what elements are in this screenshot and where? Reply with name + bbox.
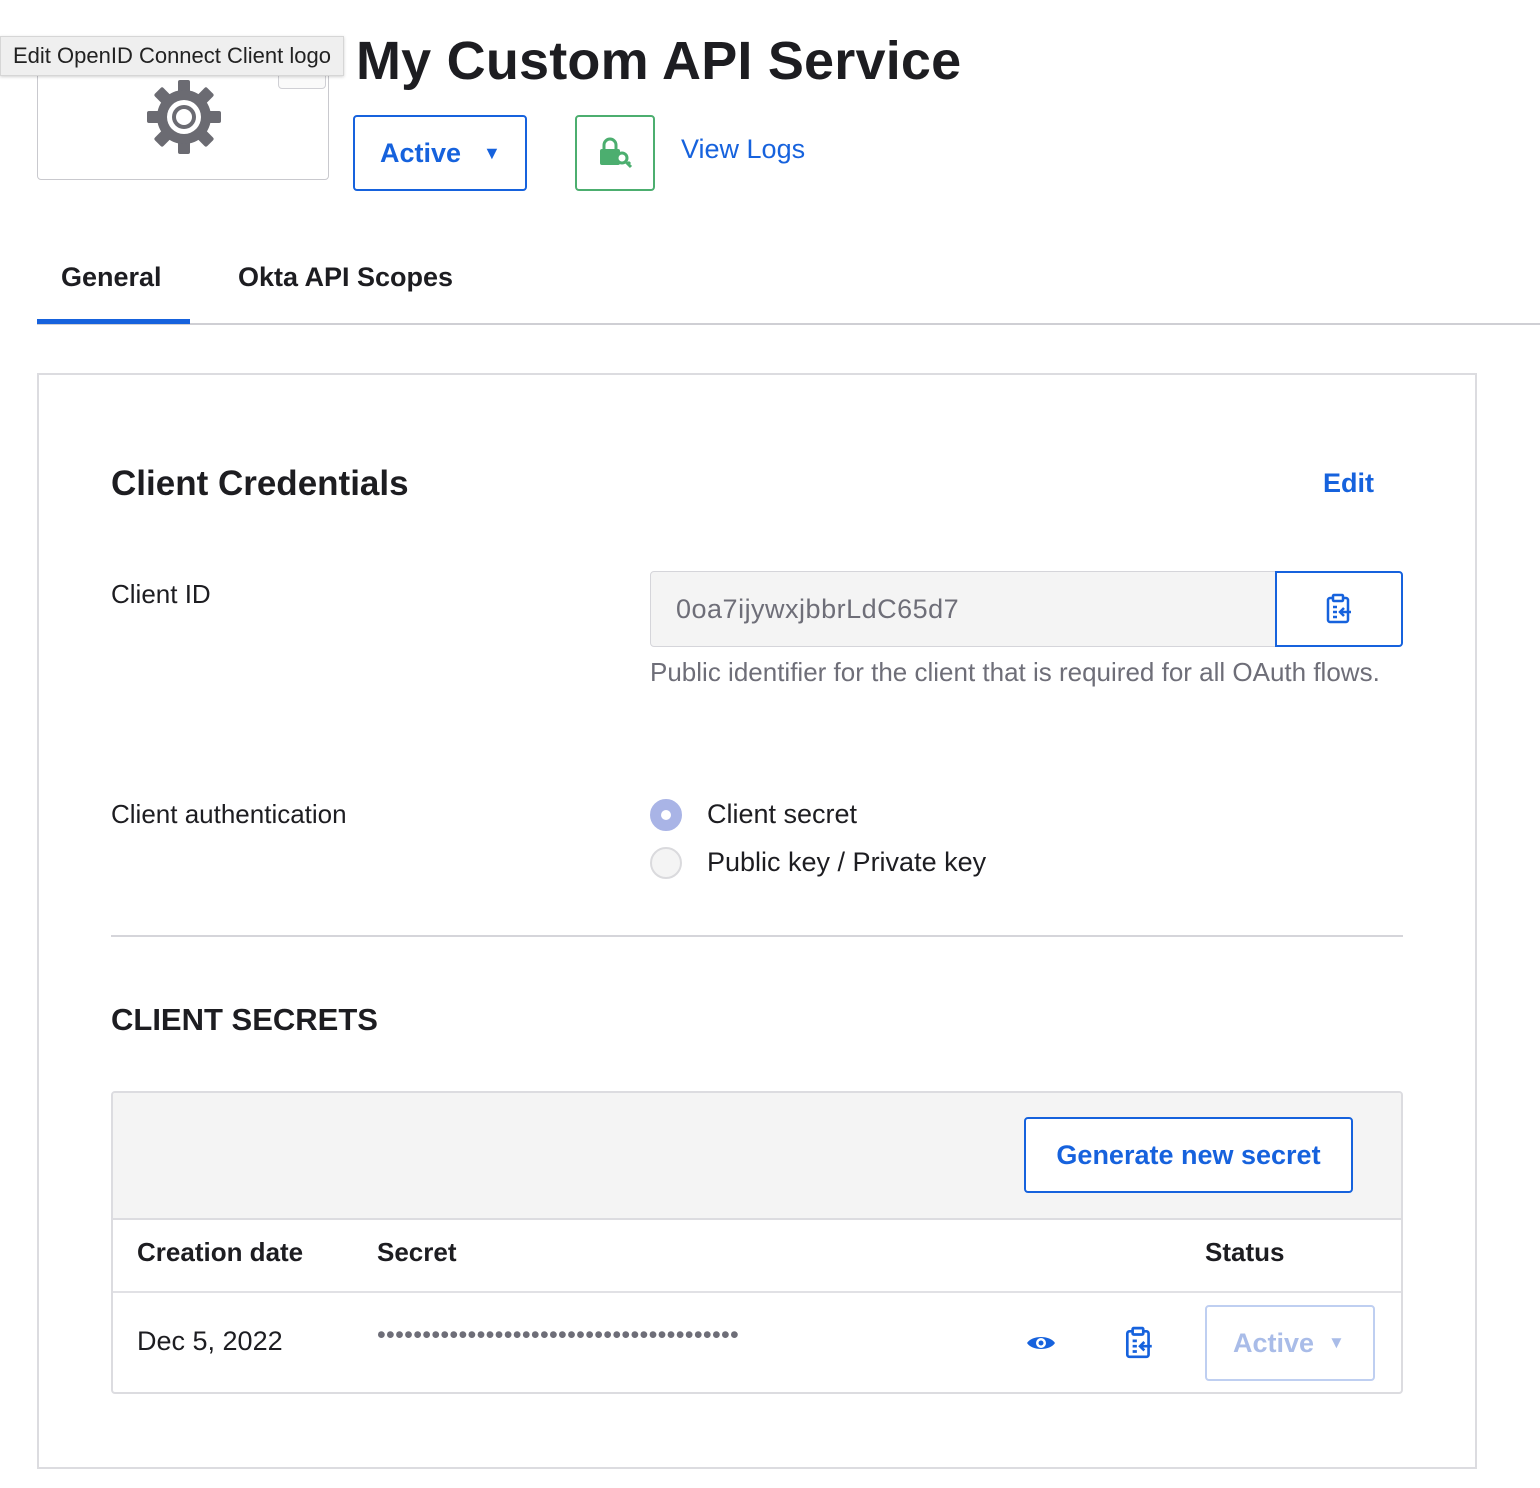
chevron-down-icon: ▼ xyxy=(1328,1333,1345,1352)
client-id-help-text: Public identifier for the client that is… xyxy=(650,657,1380,687)
app-status-dropdown[interactable]: Active ▼ xyxy=(353,115,527,191)
masked-secret: •••••••••••••••••••••••••••••••••••••••• xyxy=(377,1321,740,1349)
radio-client-secret[interactable] xyxy=(650,799,682,831)
clipboard-icon xyxy=(1125,1326,1152,1359)
secret-status-dropdown[interactable]: Active ▼ xyxy=(1205,1305,1375,1381)
copy-secret-button[interactable] xyxy=(1124,1326,1154,1360)
column-header-status: Status xyxy=(1205,1237,1285,1267)
chevron-down-icon: ▼ xyxy=(483,142,501,163)
status-dropdown-label: Active xyxy=(380,137,462,168)
view-logs-link[interactable]: View Logs xyxy=(681,134,805,165)
active-tab-indicator xyxy=(37,319,190,324)
tabs-divider xyxy=(37,323,1540,325)
generate-new-secret-button[interactable]: Generate new secret xyxy=(1024,1117,1353,1193)
client-authentication-label: Client authentication xyxy=(111,799,347,829)
column-header-creation-date: Creation date xyxy=(137,1237,304,1267)
section-title: Client Credentials xyxy=(111,464,409,503)
radio-public-private-key-label[interactable]: Public key / Private key xyxy=(707,847,986,878)
tab-okta-api-scopes[interactable]: Okta API Scopes xyxy=(238,262,453,293)
edit-button[interactable]: Edit xyxy=(1323,468,1374,499)
gear-icon xyxy=(147,80,221,154)
secret-creation-date: Dec 5, 2022 xyxy=(137,1326,283,1356)
client-id-label: Client ID xyxy=(111,579,211,609)
radio-client-secret-label[interactable]: Client secret xyxy=(707,799,857,830)
column-header-secret: Secret xyxy=(377,1237,457,1267)
page-title: My Custom API Service xyxy=(356,31,962,91)
section-divider xyxy=(111,935,1403,937)
secret-status-label: Active xyxy=(1233,1327,1315,1358)
logo-tooltip: Edit OpenID Connect Client logo xyxy=(0,36,344,76)
table-header-divider xyxy=(113,1291,1401,1293)
show-secret-eye-icon[interactable] xyxy=(1025,1328,1057,1358)
client-id-field[interactable]: 0oa7ijywxjbbrLdC65d7 xyxy=(650,571,1276,647)
clipboard-icon xyxy=(1326,593,1351,624)
tab-general[interactable]: General xyxy=(61,262,162,293)
copy-client-id-button[interactable] xyxy=(1275,571,1403,647)
eye-icon xyxy=(1027,1337,1055,1349)
client-secrets-title: CLIENT SECRETS xyxy=(111,1002,378,1037)
assign-keys-button[interactable] xyxy=(575,115,655,191)
radio-public-private-key[interactable] xyxy=(650,847,682,879)
lock-key-icon xyxy=(600,137,633,169)
